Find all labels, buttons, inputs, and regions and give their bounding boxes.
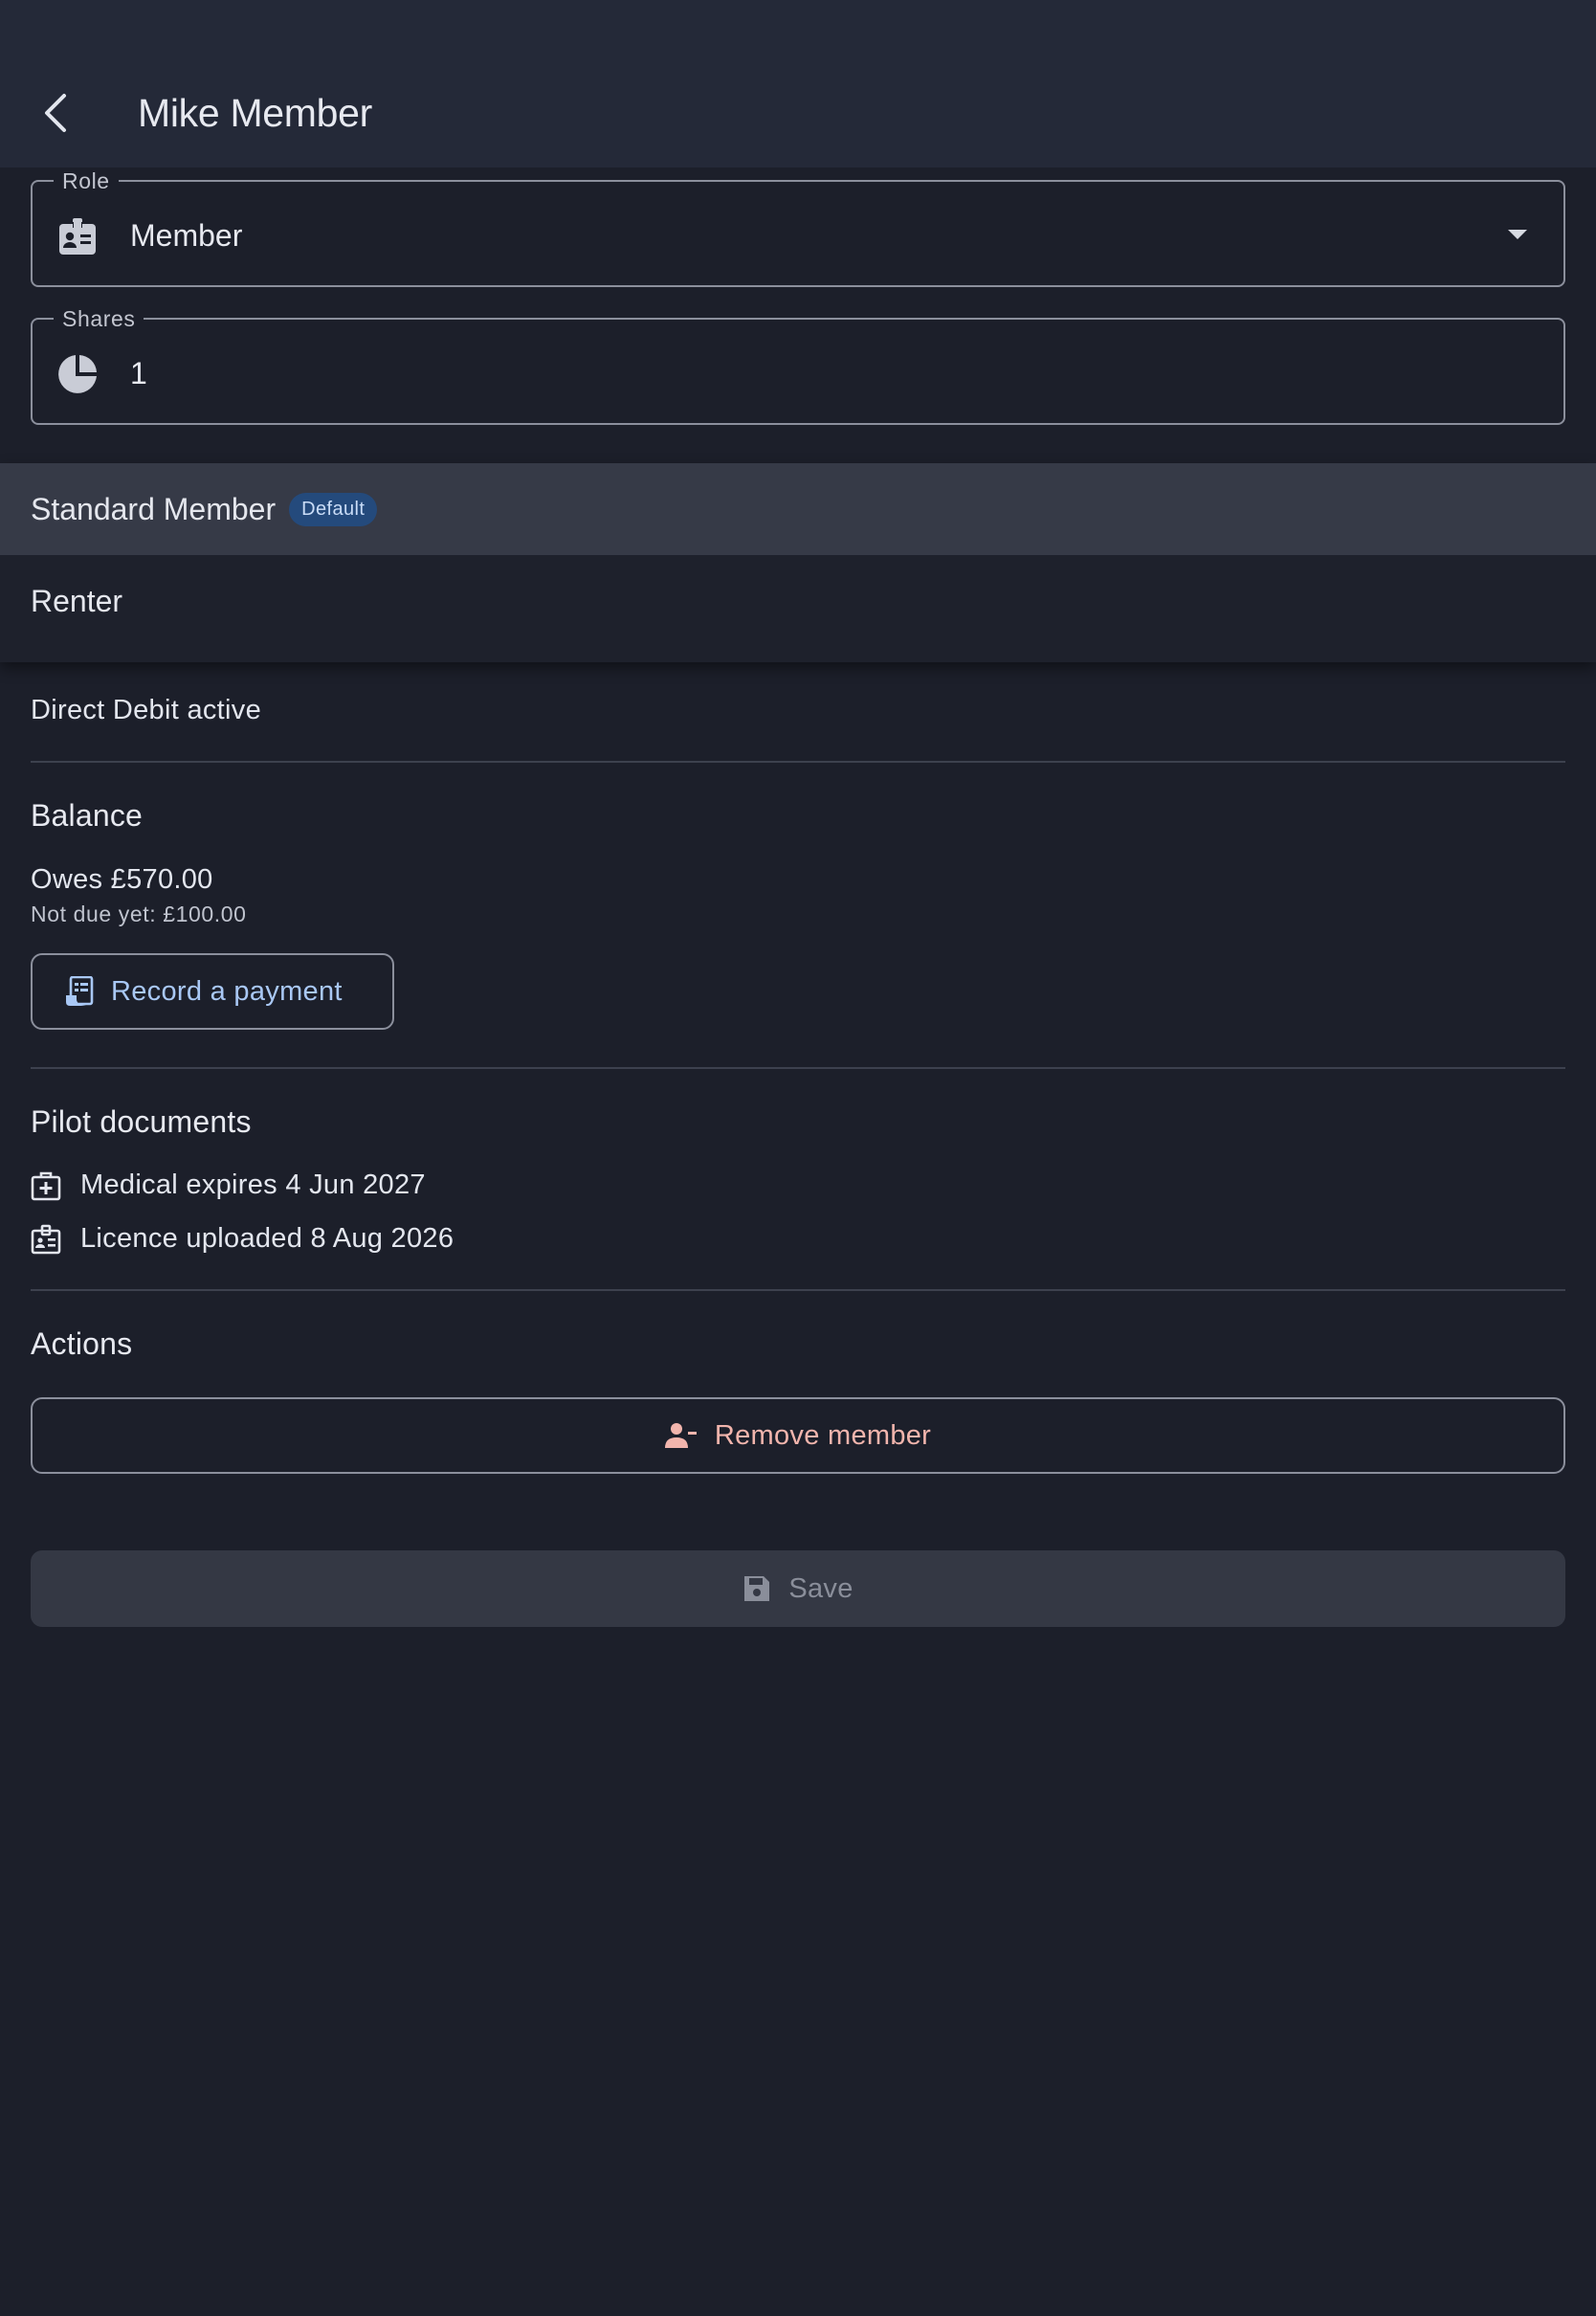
pie-chart-icon [58, 355, 97, 393]
direct-debit-status: Direct Debit active [31, 695, 261, 725]
floppy-disk-icon [744, 1576, 770, 1601]
balance-title: Balance [31, 798, 144, 833]
page-title: Mike Member [138, 91, 373, 135]
role-option-label: Renter [31, 583, 123, 618]
divider [31, 1067, 1565, 1069]
role-option-renter[interactable]: Renter [0, 555, 1596, 647]
shares-input[interactable]: Shares 1 [31, 306, 1565, 425]
remove-member-label: Remove member [714, 1419, 932, 1451]
licence-badge-icon [31, 1224, 61, 1254]
role-select[interactable]: Role Member [31, 168, 1565, 287]
record-payment-button[interactable]: Record a payment [31, 953, 394, 1030]
licence-document-label: Licence uploaded 8 Aug 2026 [80, 1223, 454, 1254]
role-menu: Standard Member Default Renter [0, 463, 1596, 662]
app-bar: Mike Member [0, 0, 1596, 167]
balance-not-due: Not due yet: £100.00 [31, 902, 247, 926]
pilot-documents-title: Pilot documents [31, 1104, 252, 1139]
role-field-label: Role [54, 168, 119, 193]
badge-account-icon [59, 218, 96, 255]
medical-document-label: Medical expires 4 Jun 2027 [80, 1169, 426, 1200]
role-option-label: Standard Member [31, 491, 277, 526]
actions-title: Actions [31, 1326, 133, 1361]
record-payment-label: Record a payment [111, 975, 343, 1007]
dropdown-arrow-icon [1508, 230, 1527, 239]
balance-owes: Owes £570.00 [31, 864, 213, 895]
receipt-icon [66, 976, 94, 1006]
medical-document-row: Medical expires 4 Jun 2027 [31, 1169, 426, 1201]
divider [31, 1289, 1565, 1291]
role-value: Member [130, 218, 243, 253]
back-button[interactable] [31, 88, 80, 138]
default-badge: Default [289, 492, 378, 526]
save-label: Save [788, 1572, 853, 1604]
shares-value: 1 [130, 356, 147, 390]
licence-document-row: Licence uploaded 8 Aug 2026 [31, 1223, 454, 1255]
shares-field-label: Shares [54, 306, 144, 331]
chevron-left-icon [45, 94, 66, 132]
remove-member-button[interactable]: Remove member [31, 1397, 1565, 1474]
account-remove-icon [664, 1423, 697, 1448]
save-button[interactable]: Save [31, 1550, 1565, 1627]
medical-bag-icon [31, 1171, 61, 1200]
divider [31, 761, 1565, 763]
role-option-standard-member[interactable]: Standard Member Default [0, 463, 1596, 555]
